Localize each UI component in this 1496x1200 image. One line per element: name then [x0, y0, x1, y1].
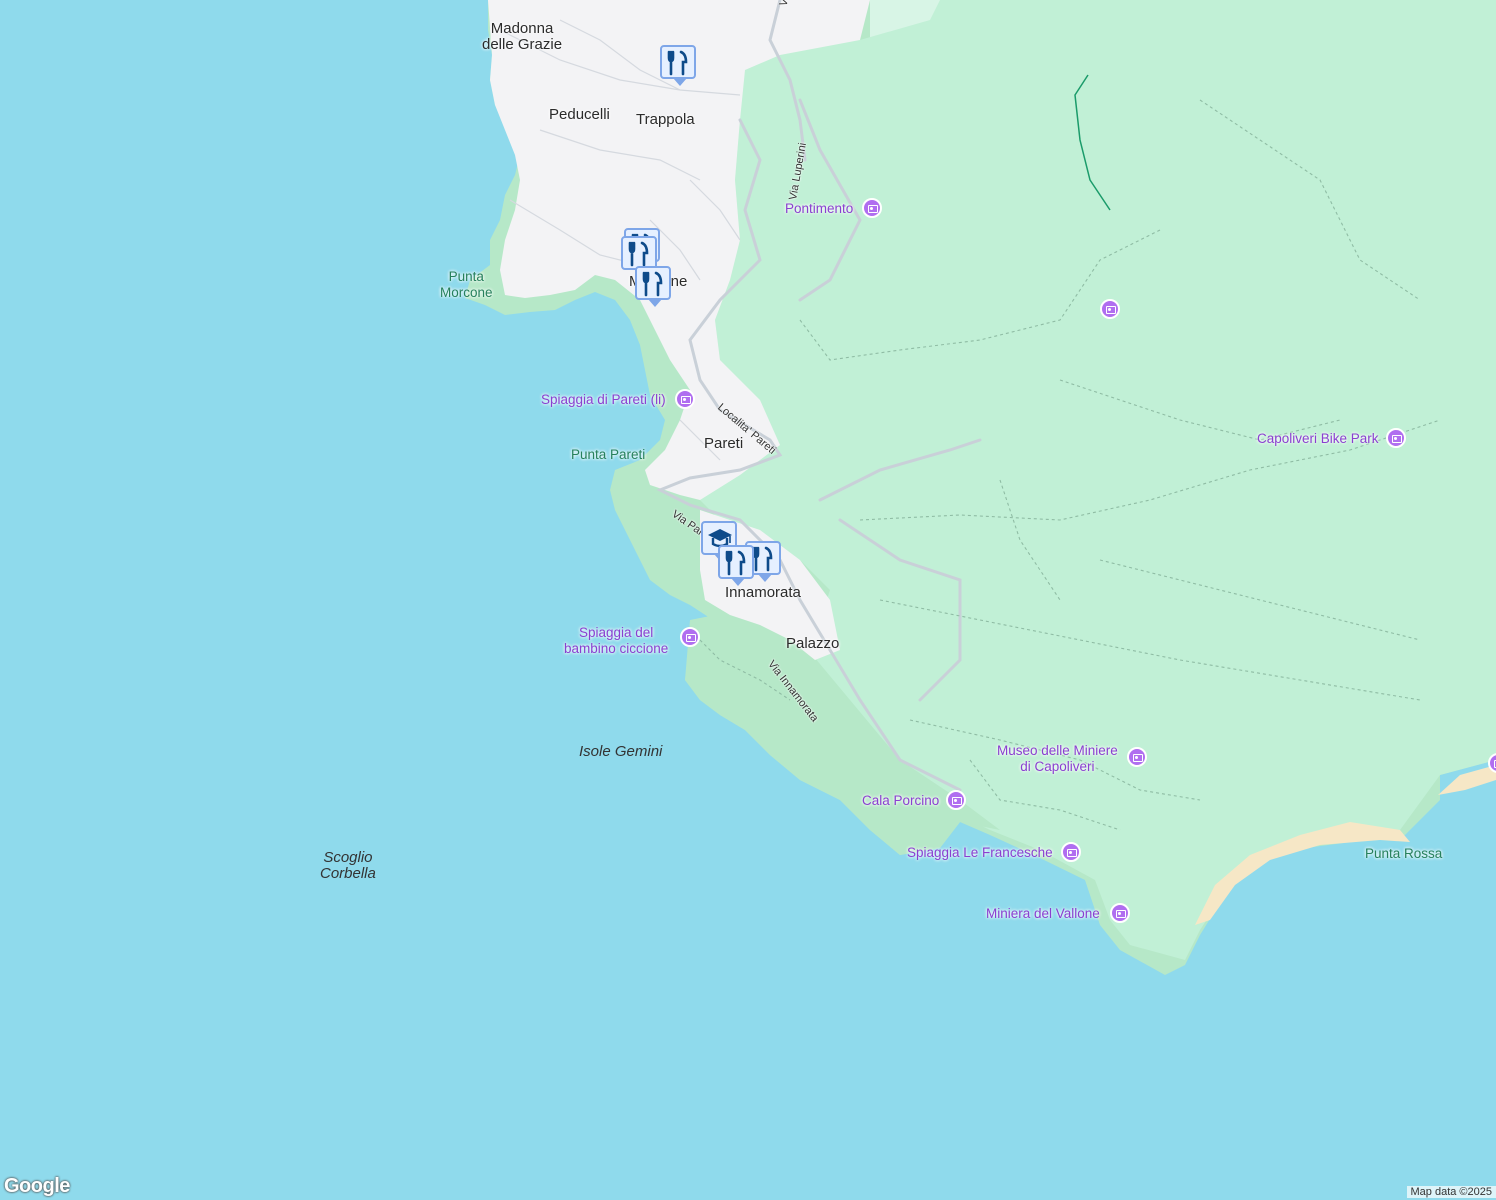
camera-icon[interactable]	[1127, 747, 1147, 767]
poi-label-museo-miniere[interactable]: Museo delle Miniere di Capoliveri	[997, 743, 1118, 775]
poi-label-capoliveri-bike-park[interactable]: Capoliveri Bike Park	[1257, 431, 1379, 447]
camera-icon[interactable]	[1061, 842, 1081, 862]
town-label-innamorata: Innamorata	[725, 584, 801, 601]
town-label-madonna-delle-grazie: Madonna delle Grazie	[482, 20, 563, 53]
town-label-palazzo: Palazzo	[786, 635, 840, 652]
restaurant-pin[interactable]	[660, 45, 696, 86]
water-label-isole-gemini: Isole Gemini	[579, 743, 663, 760]
nat-label-punta-rossa: Punta Rossa	[1365, 846, 1443, 861]
town-label-peducelli: Peducelli	[549, 106, 610, 123]
restaurant-pin[interactable]	[635, 266, 671, 307]
nat-label-punta-pareti: Punta Pareti	[571, 447, 646, 462]
nat-label-punta-morcone: Punta Morcone	[440, 269, 493, 300]
water-label-scoglio-corbella: Scoglio Corbella	[320, 849, 376, 882]
poi-label-pontimento[interactable]: Pontimento	[785, 201, 853, 217]
restaurant-icon	[725, 550, 746, 576]
restaurant-icon	[667, 50, 688, 76]
restaurant-pin[interactable]	[621, 236, 657, 277]
camera-icon[interactable]	[862, 198, 882, 218]
town-label-trappola: Trappola	[636, 111, 695, 128]
restaurant-pin[interactable]	[718, 545, 754, 586]
camera-icon[interactable]	[680, 627, 700, 647]
camera-icon[interactable]	[1110, 903, 1130, 923]
map-data-credit[interactable]: Map data ©2025	[1406, 1186, 1496, 1198]
poi-label-spiaggia-di-pareti[interactable]: Spiaggia di Pareti (li)	[541, 392, 666, 408]
town-label-pareti: Pareti	[704, 435, 744, 452]
camera-icon[interactable]	[946, 790, 966, 810]
poi-label-miniera-del-vallone[interactable]: Miniera del Vallone	[986, 906, 1100, 922]
camera-icon[interactable]	[675, 389, 695, 409]
camera-icon[interactable]	[1386, 428, 1406, 448]
restaurant-icon	[752, 546, 773, 572]
camera-icon[interactable]	[1100, 299, 1120, 319]
restaurant-icon	[628, 241, 649, 267]
restaurant-icon	[642, 271, 663, 297]
poi-label-spiaggia-bambino-ciccione[interactable]: Spiaggia del bambino ciccione	[564, 625, 668, 657]
poi-label-spiaggia-le-francesche[interactable]: Spiaggia Le Francesche	[907, 845, 1053, 861]
google-logo[interactable]: Google	[4, 1175, 70, 1198]
poi-label-cala-porcino[interactable]: Cala Porcino	[862, 793, 939, 809]
